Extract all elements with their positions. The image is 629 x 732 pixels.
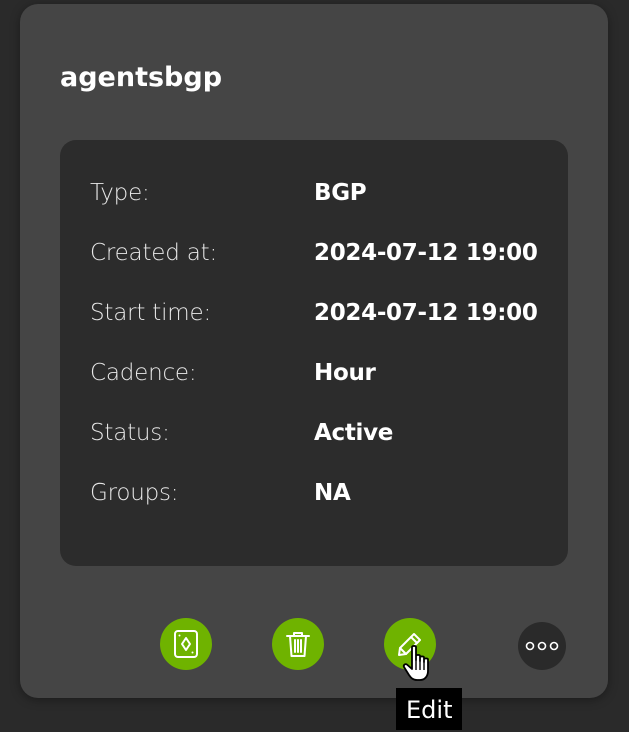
detail-row-type: Type: BGP — [90, 176, 550, 210]
detail-row-created-at: Created at: 2024-07-12 19:00 — [90, 236, 550, 270]
detail-row-cadence: Cadence: Hour — [90, 356, 550, 390]
detail-row-groups: Groups: NA — [90, 476, 550, 510]
more-horizontal-icon — [525, 641, 559, 651]
groups-value: NA — [314, 480, 351, 506]
cadence-label: Cadence: — [90, 360, 197, 386]
more-options-button[interactable] — [518, 622, 566, 670]
type-value: BGP — [314, 180, 367, 206]
pencil-icon — [396, 630, 424, 658]
status-value: Active — [314, 420, 394, 446]
detail-row-status: Status: Active — [90, 416, 550, 450]
type-label: Type: — [90, 180, 150, 206]
created-at-label: Created at: — [90, 240, 217, 266]
edit-button[interactable] — [384, 618, 436, 670]
created-at-value: 2024-07-12 19:00 — [314, 240, 538, 266]
start-time-value: 2024-07-12 19:00 — [314, 300, 538, 326]
groups-label: Groups: — [90, 480, 179, 506]
edit-tooltip: Edit — [396, 688, 463, 730]
cadence-value: Hour — [314, 360, 376, 386]
agent-card: agentsbgp Type: BGP Created at: 2024-07-… — [20, 4, 608, 698]
delete-button[interactable] — [272, 618, 324, 670]
detail-row-start-time: Start time: 2024-07-12 19:00 — [90, 296, 550, 330]
start-time-label: Start time: — [90, 300, 212, 326]
trash-icon — [284, 629, 312, 659]
details-panel: Type: BGP Created at: 2024-07-12 19:00 S… — [60, 140, 568, 566]
card-title: agentsbgp — [60, 62, 223, 93]
status-label: Status: — [90, 420, 170, 446]
playing-card-icon — [173, 629, 199, 659]
report-button[interactable] — [160, 618, 212, 670]
